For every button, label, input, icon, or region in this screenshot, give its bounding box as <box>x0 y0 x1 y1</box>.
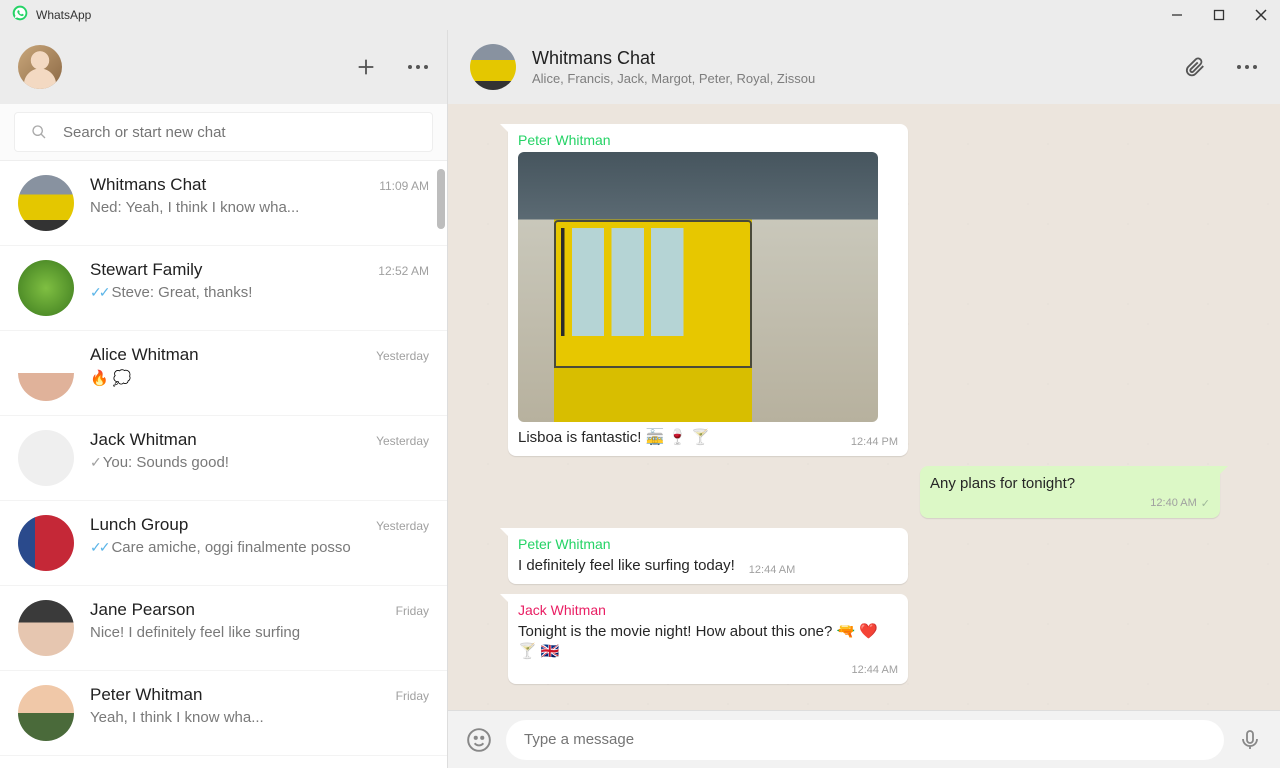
emoji-button[interactable] <box>466 727 492 753</box>
message-text: Tonight is the movie night! How about th… <box>518 622 898 663</box>
status-check-icon: ✓ <box>1201 497 1210 510</box>
chat-name: Peter Whitman <box>90 685 202 705</box>
chat-list-item[interactable]: Lunch Group Yesterday ✓✓ Care amiche, oggi… <box>0 501 447 586</box>
chat-list-item[interactable]: Jack Whitman Yesterday ✓ You: Sounds good! <box>0 416 447 501</box>
conversation-menu-button[interactable] <box>1236 64 1258 70</box>
chat-name: Jack Whitman <box>90 430 197 450</box>
chat-preview: ✓✓ Steve: Great, thanks! <box>90 284 429 301</box>
my-avatar[interactable] <box>18 45 62 89</box>
sidebar-menu-button[interactable] <box>407 64 429 70</box>
message-bubble[interactable]: Peter Whitman Lisboa is fantastic! 🚋 🍷 🍸… <box>508 124 908 456</box>
message-sender: Peter Whitman <box>518 536 898 552</box>
chat-avatar <box>18 685 74 741</box>
chat-list[interactable]: Whitmans Chat 11:09 AM Ned: Yeah, I think … <box>0 161 447 768</box>
message-bubble[interactable]: Jack Whitman Tonight is the movie night!… <box>508 594 908 685</box>
chat-preview: ✓ You: Sounds good! <box>90 454 429 471</box>
chat-time: Yesterday <box>376 349 429 363</box>
window-titlebar: WhatsApp <box>0 0 1280 30</box>
chat-avatar <box>18 430 74 486</box>
conversation-panel: Whitmans Chat Alice, Francis, Jack, Marg… <box>448 30 1280 768</box>
chat-name: Jane Pearson <box>90 600 195 620</box>
scrollbar-thumb[interactable] <box>437 169 445 229</box>
sidebar: Whitmans Chat 11:09 AM Ned: Yeah, I think … <box>0 30 448 768</box>
chat-name: Stewart Family <box>90 260 202 280</box>
message-time: 12:40 AM <box>1150 497 1196 509</box>
chat-preview: ✓✓ Care amiche, oggi finalmente posso <box>90 539 429 556</box>
window-minimize-button[interactable] <box>1170 8 1184 22</box>
conversation-members: Alice, Francis, Jack, Margot, Peter, Roy… <box>532 71 815 86</box>
chat-list-item[interactable]: Alice Whitman Yesterday 🔥 💭 <box>0 331 447 416</box>
chat-time: 11:09 AM <box>379 179 429 193</box>
conversation-title: Whitmans Chat <box>532 48 815 69</box>
search-icon <box>31 124 47 140</box>
chat-name: Alice Whitman <box>90 345 199 365</box>
chat-list-item[interactable]: Stewart Family 12:52 AM ✓✓ Steve: Great, t… <box>0 246 447 331</box>
conversation-header[interactable]: Whitmans Chat Alice, Francis, Jack, Marg… <box>448 30 1280 104</box>
conversation-avatar[interactable] <box>470 44 516 90</box>
window-close-button[interactable] <box>1254 8 1268 22</box>
chat-time: Friday <box>396 604 429 618</box>
message-text: I definitely feel like surfing today! <box>518 556 735 576</box>
chat-name: Lunch Group <box>90 515 188 535</box>
chat-preview: Ned: Yeah, I think I know wha... <box>90 199 429 216</box>
read-checkmarks-icon: ✓✓ <box>90 539 107 556</box>
message-sender: Jack Whitman <box>518 602 898 618</box>
search-box[interactable] <box>14 112 433 152</box>
chat-preview: Yeah, I think I know wha... <box>90 709 429 726</box>
message-text: Lisboa is fantastic! 🚋 🍷 🍸 <box>518 428 841 448</box>
chat-avatar <box>18 345 74 401</box>
composer-input-wrapper[interactable] <box>506 720 1224 760</box>
message-bubble[interactable]: Peter Whitman I definitely feel like sur… <box>508 528 908 584</box>
chat-time: Friday <box>396 689 429 703</box>
message-time: 12:44 AM <box>749 564 795 576</box>
attach-button[interactable] <box>1184 56 1206 78</box>
search-bar <box>0 104 447 161</box>
sent-checkmark-icon: ✓ <box>90 454 99 471</box>
chat-avatar <box>18 175 74 231</box>
window-title: WhatsApp <box>36 8 91 22</box>
chat-avatar <box>18 260 74 316</box>
mic-button[interactable] <box>1238 728 1262 752</box>
message-time: 12:44 PM <box>851 436 898 448</box>
sidebar-header <box>0 30 447 104</box>
chat-avatar <box>18 515 74 571</box>
new-chat-button[interactable] <box>355 56 377 78</box>
chat-list-item[interactable]: Peter Whitman Friday Yeah, I think I know … <box>0 671 447 756</box>
message-image[interactable] <box>518 152 878 422</box>
chat-preview: Nice! I definitely feel like surfing <box>90 624 429 641</box>
chat-time: Yesterday <box>376 434 429 448</box>
chat-list-item[interactable]: Whitmans Chat 11:09 AM Ned: Yeah, I think … <box>0 161 447 246</box>
chat-preview: 🔥 💭 <box>90 369 429 387</box>
chat-list-item[interactable]: Jane Pearson Friday Nice! I definitely fee… <box>0 586 447 671</box>
message-time: 12:44 AM <box>852 664 898 676</box>
message-sender: Peter Whitman <box>518 132 898 148</box>
message-input[interactable] <box>524 731 1206 748</box>
search-input[interactable] <box>63 124 416 141</box>
message-text: Any plans for tonight? <box>930 474 1210 494</box>
chat-time: 12:52 AM <box>378 264 429 278</box>
message-bubble[interactable]: Any plans for tonight? 12:40 AM ✓ <box>920 466 1220 517</box>
chat-name: Whitmans Chat <box>90 175 206 195</box>
chat-avatar <box>18 600 74 656</box>
chat-time: Yesterday <box>376 519 429 533</box>
composer <box>448 710 1280 768</box>
window-maximize-button[interactable] <box>1212 8 1226 22</box>
whatsapp-logo-icon <box>12 5 28 26</box>
messages-area[interactable]: Peter Whitman Lisboa is fantastic! 🚋 🍷 🍸… <box>448 104 1280 710</box>
read-checkmarks-icon: ✓✓ <box>90 284 107 301</box>
